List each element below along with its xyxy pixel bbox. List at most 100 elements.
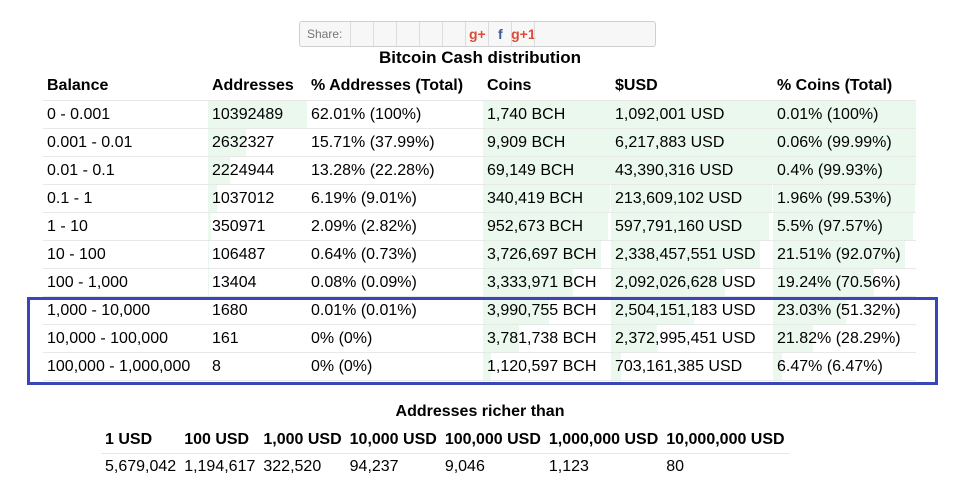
usd-cell: 1,092,001 USD [611, 100, 773, 129]
pct-coins-cell-text: 19.24% (70.56%) [777, 273, 901, 291]
pct-addresses-cell-text: 62.01% (100%) [311, 105, 422, 123]
pct-addresses-cell-text: 0.64% (0.73%) [311, 245, 417, 263]
pct-coins-cell: 0.06% (99.99%) [773, 128, 916, 157]
usd-cell-text: 2,092,026,628 USD [615, 273, 756, 291]
addresses-cell: 106487 [208, 240, 307, 269]
pct-addresses-cell: 2.09% (2.82%) [307, 212, 483, 241]
pct-addresses-cell: 15.71% (37.99%) [307, 128, 483, 157]
distribution-title: Bitcoin Cash distribution [378, 48, 582, 67]
distribution-bar [208, 213, 211, 240]
pct-addresses-cell-text: 2.09% (2.82%) [311, 217, 417, 235]
usd-cell: 2,092,026,628 USD [611, 268, 773, 297]
balance-cell: 0.001 - 0.01 [43, 128, 208, 157]
header-usd[interactable]: $USD [611, 72, 773, 101]
pct-addresses-cell-text: 13.28% (22.28%) [311, 161, 435, 179]
share-label: Share: [307, 27, 343, 41]
pct-coins-cell: 1.96% (99.53%) [773, 184, 916, 213]
balance-cell: 10 - 100 [43, 240, 208, 269]
usd-cell: 43,390,316 USD [611, 156, 773, 185]
reddit-icon[interactable] [350, 22, 373, 46]
google-plus-icon[interactable]: g+ [465, 22, 488, 46]
addresses-cell-text: 1037012 [212, 189, 275, 207]
like-icon[interactable] [442, 22, 465, 46]
usd-cell-text: 213,609,102 USD [615, 189, 743, 207]
coins-cell: 340,419 BCH [483, 184, 611, 213]
coins-cell: 3,726,697 BCH [483, 240, 611, 269]
coins-cell-text: 3,726,697 BCH [487, 245, 597, 263]
coins-cell-text: 3,990,755 BCH [487, 301, 597, 319]
header-pct-coins[interactable]: % Coins (Total) [773, 72, 916, 101]
distribution-header-row: Balance Addresses % Addresses (Total) Co… [43, 72, 916, 101]
table-row: 1 - 10 350971 2.09% (2.82%) 952,673 BCH 597,… [43, 212, 916, 241]
pct-coins-cell: 21.51% (92.07%) [773, 240, 916, 269]
richer-value: 5,679,042 [105, 458, 177, 475]
coins-cell-text: 952,673 BCH [487, 217, 584, 235]
pct-coins-cell: 19.24% (70.56%) [773, 268, 916, 297]
blogger-icon[interactable] [534, 22, 557, 46]
richer-value: 9,046 [444, 458, 485, 475]
usd-cell-text: 1,092,001 USD [615, 105, 725, 123]
usd-cell-text: 6,217,883 USD [615, 133, 725, 151]
coins-cell: 69,149 BCH [483, 156, 611, 185]
pct-addresses-cell: 62.01% (100%) [307, 100, 483, 129]
header-balance[interactable]: Balance [43, 72, 208, 101]
share-bar: Share: g+ f g+1 [299, 21, 656, 47]
richer-header: 1,000 USD [259, 427, 346, 454]
balance-cell: 1 - 10 [43, 212, 208, 241]
table-row: 0.01 - 0.1 2224944 13.28% (22.28%) 69,149 B… [43, 156, 916, 185]
header-coins[interactable]: Coins [483, 72, 611, 101]
weibo-icon[interactable] [419, 22, 442, 46]
pct-coins-cell: 0.01% (100%) [773, 100, 916, 129]
balance-cell-text: 0 - 0.001 [47, 105, 111, 123]
richer-value: 1,123 [548, 458, 589, 475]
usd-cell: 597,791,160 USD [611, 212, 773, 241]
balance-cell-text: 100 - 1,000 [47, 273, 128, 291]
coins-cell: 1,740 BCH [483, 100, 611, 129]
pct-addresses-cell-text: 15.71% (37.99%) [311, 133, 435, 151]
richer-header: 100 USD [180, 427, 260, 454]
table-row: 0.1 - 1 1037012 6.19% (9.01%) 340,419 BCH 21… [43, 184, 916, 213]
coins-cell: 9,909 BCH [483, 128, 611, 157]
usd-cell-text: 703,161,385 USD [615, 357, 743, 375]
vk-icon[interactable] [396, 22, 419, 46]
richer-header: 10,000 USD [345, 427, 441, 454]
header-addresses[interactable]: Addresses [208, 72, 307, 101]
twitter-icon[interactable] [373, 22, 396, 46]
richer-header-row: 1 USD 100 USD 1,000 USD 10,000 USD 100,000 U… [101, 427, 789, 454]
pct-coins-cell-text: 21.51% (92.07%) [777, 245, 901, 263]
usd-cell: 2,338,457,551 USD [611, 240, 773, 269]
richer-header: 10,000,000 USD [662, 427, 789, 454]
google-plus-one-icon[interactable]: g+1 [511, 22, 536, 46]
addresses-cell-text: 2224944 [212, 161, 275, 179]
addresses-cell: 10392489 [208, 100, 307, 129]
richer-header: 100,000 USD [440, 427, 545, 454]
addresses-cell-text: 2632327 [212, 133, 275, 151]
table-row: 0.001 - 0.01 2632327 15.71% (37.99%) 9,909 … [43, 128, 916, 157]
balance-cell-text: 0.001 - 0.01 [47, 133, 133, 151]
coins-cell: 3,333,971 BCH [483, 268, 611, 297]
pct-addresses-cell: 6.19% (9.01%) [307, 184, 483, 213]
richer-title: Addresses richer than [395, 403, 565, 420]
coins-cell-text: 1,120,597 BCH [487, 357, 597, 375]
balance-cell: 0.01 - 0.1 [43, 156, 208, 185]
pct-coins-cell-text: 1.96% (99.53%) [777, 189, 892, 207]
pct-addresses-cell: 0.64% (0.73%) [307, 240, 483, 269]
richer-header: 1 USD [101, 427, 181, 454]
balance-cell-text: 0.1 - 1 [47, 189, 93, 207]
balance-cell: 0 - 0.001 [43, 100, 208, 129]
pct-addresses-cell: 0.08% (0.09%) [307, 268, 483, 297]
richer-value: 322,520 [263, 458, 322, 475]
addresses-cell-text: 106487 [212, 245, 266, 263]
addresses-cell-text: 10392489 [212, 105, 284, 123]
table-row: 10 - 100 106487 0.64% (0.73%) 3,726,697 BCH… [43, 240, 916, 269]
richer-value: 1,194,617 [184, 458, 256, 475]
header-pct-addresses[interactable]: % Addresses (Total) [307, 72, 483, 101]
coins-cell-text: 3,333,971 BCH [487, 273, 597, 291]
pct-coins-cell-text: 0.01% (100%) [777, 105, 879, 123]
addresses-cell: 2632327 [208, 128, 307, 157]
coins-cell-text: 1,740 BCH [487, 105, 566, 123]
usd-cell-text: 597,791,160 USD [615, 217, 743, 235]
usd-cell-text: 2,504,151,183 USD [615, 301, 756, 319]
coins-cell-text: 69,149 BCH [487, 161, 575, 179]
facebook-icon[interactable]: f [488, 22, 511, 46]
